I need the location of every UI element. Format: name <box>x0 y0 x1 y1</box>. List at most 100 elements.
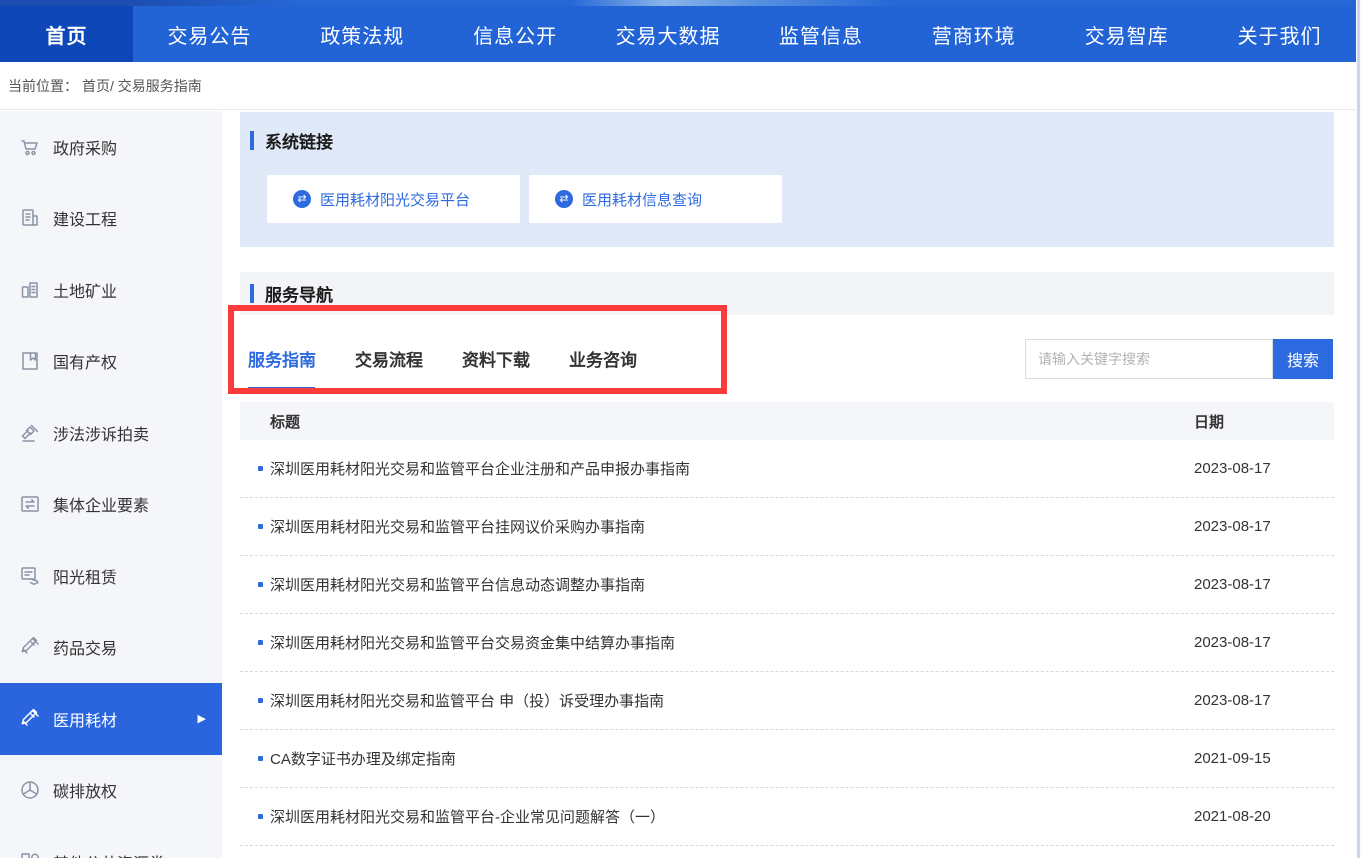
section-bar-icon <box>250 131 254 150</box>
sidebar-item[interactable]: 土地矿业 <box>0 254 222 326</box>
row-date: 2023-08-17 <box>1194 518 1334 535</box>
system-link-card[interactable]: ⇄ 医用耗材信息查询 <box>529 175 782 223</box>
sidebar-item[interactable]: 建设工程 <box>0 183 222 255</box>
service-nav-header: 服务导航 <box>240 272 1334 315</box>
sidebar-item[interactable]: 医用耗材▶ <box>0 683 222 755</box>
nav-item[interactable]: 信息公开 <box>439 6 592 62</box>
sidebar-item[interactable]: 集体企业要素 <box>0 469 222 541</box>
table-row[interactable]: 深圳医用耗材阳光交易和监管平台交易资金集中结算办事指南 2023-08-17 <box>240 614 1334 672</box>
row-title-cell: 深圳医用耗材阳光交易和监管平台 申（投）诉受理办事指南 <box>240 690 1194 711</box>
tab[interactable]: 业务咨询 <box>569 315 637 402</box>
syringe-icon <box>18 707 42 731</box>
system-link-label: 医用耗材阳光交易平台 <box>320 189 470 210</box>
column-header-date: 日期 <box>1194 411 1334 432</box>
row-title-link[interactable]: 深圳医用耗材阳光交易和监管平台-企业常见问题解答（一） <box>270 806 665 827</box>
row-title-cell: 深圳医用耗材阳光交易和监管平台信息动态调整办事指南 <box>240 574 1194 595</box>
row-title-link[interactable]: CA数字证书办理及绑定指南 <box>270 748 456 769</box>
nav-item[interactable]: 首页 <box>0 6 133 62</box>
tab[interactable]: 交易流程 <box>355 315 423 402</box>
sidebar-item-label: 土地矿业 <box>53 278 117 302</box>
nav-item[interactable]: 关于我们 <box>1203 6 1356 62</box>
breadcrumb-label: 当前位置： <box>8 76 78 96</box>
row-title-cell: 深圳医用耗材阳光交易和监管平台挂网议价采购办事指南 <box>240 516 1194 537</box>
row-title-cell: 深圳医用耗材阳光交易和监管平台企业注册和产品申报办事指南 <box>240 458 1194 479</box>
service-nav-title: 服务导航 <box>265 281 333 306</box>
row-date: 2021-08-20 <box>1194 808 1334 825</box>
bullet-icon <box>258 524 263 529</box>
sidebar-item-label: 医用耗材 <box>53 707 117 731</box>
transfer-doc-icon <box>18 492 42 516</box>
bullet-icon <box>258 698 263 703</box>
row-title-link[interactable]: 深圳医用耗材阳光交易和监管平台交易资金集中结算办事指南 <box>270 632 675 653</box>
row-title-link[interactable]: 深圳医用耗材阳光交易和监管平台 申（投）诉受理办事指南 <box>270 690 664 711</box>
table-row[interactable]: 深圳医用耗材阳光交易和监管平台挂网议价采购办事指南 2023-08-17 <box>240 498 1334 556</box>
bullet-icon <box>258 466 263 471</box>
table-row[interactable]: 深圳医用耗材阳光交易和监管平台 申（投）诉受理办事指南 2023-08-17 <box>240 672 1334 730</box>
search-input[interactable] <box>1025 339 1273 379</box>
sidebar-item-label: 碳排放权 <box>53 778 117 802</box>
table-row[interactable]: 深圳医用耗材阳光交易和监管平台企业注册和产品申报办事指南 2023-08-17 <box>240 440 1334 498</box>
nav-item[interactable]: 交易大数据 <box>592 6 745 62</box>
search-box: 搜索 <box>1025 339 1333 379</box>
system-links-header: 系统链接 <box>250 128 1334 153</box>
monitor-hand-icon <box>18 564 42 588</box>
row-date: 2021-09-15 <box>1194 750 1334 767</box>
row-title-cell: 深圳医用耗材阳光交易和监管平台-企业常见问题解答（一） <box>240 806 1194 827</box>
breadcrumb-path[interactable]: 首页/ 交易服务指南 <box>82 76 202 96</box>
row-date: 2023-08-17 <box>1194 460 1334 477</box>
row-title-cell: 深圳医用耗材阳光交易和监管平台交易资金集中结算办事指南 <box>240 632 1194 653</box>
bookmark-icon <box>18 349 42 373</box>
bullet-icon <box>258 756 263 761</box>
sidebar-item[interactable]: 药品交易 <box>0 612 222 684</box>
sidebar-item-label: 政府采购 <box>53 135 117 159</box>
table-row[interactable]: CA数字证书办理及绑定指南 2021-09-15 <box>240 730 1334 788</box>
tab[interactable]: 服务指南 <box>248 315 316 402</box>
row-title-link[interactable]: 深圳医用耗材阳光交易和监管平台企业注册和产品申报办事指南 <box>270 458 690 479</box>
sidebar-item[interactable]: 阳光租赁 <box>0 540 222 612</box>
scrollbar-thumb[interactable] <box>1357 0 1360 858</box>
sidebar-item[interactable]: 其他公共资源类 <box>0 826 222 858</box>
row-title-link[interactable]: 深圳医用耗材阳光交易和监管平台挂网议价采购办事指南 <box>270 516 645 537</box>
sidebar-item-label: 阳光租赁 <box>53 564 117 588</box>
row-date: 2023-08-17 <box>1194 576 1334 593</box>
breadcrumb: 当前位置： 首页/ 交易服务指南 <box>0 62 1356 110</box>
bullet-icon <box>258 814 263 819</box>
sidebar-item[interactable]: 国有产权 <box>0 326 222 398</box>
system-link-card[interactable]: ⇄ 医用耗材阳光交易平台 <box>267 175 520 223</box>
system-link-cards: ⇄ 医用耗材阳光交易平台 ⇄ 医用耗材信息查询 <box>267 175 1334 223</box>
nav-item[interactable]: 营商环境 <box>897 6 1050 62</box>
carbon-icon <box>18 778 42 802</box>
nav-item[interactable]: 交易公告 <box>133 6 286 62</box>
sidebar-item-label: 涉法涉诉拍卖 <box>53 421 149 445</box>
row-date: 2023-08-17 <box>1194 634 1334 651</box>
nav-item[interactable]: 政策法规 <box>286 6 439 62</box>
column-header-title: 标题 <box>240 411 1194 432</box>
section-bar-icon <box>250 284 254 303</box>
system-links-section: 系统链接 ⇄ 医用耗材阳光交易平台 ⇄ 医用耗材信息查询 <box>240 112 1334 247</box>
nav-item[interactable]: 监管信息 <box>745 6 898 62</box>
sidebar-item-label: 药品交易 <box>53 635 117 659</box>
sidebar-item-label: 集体企业要素 <box>53 492 149 516</box>
table-body: 深圳医用耗材阳光交易和监管平台企业注册和产品申报办事指南2023-08-17深圳… <box>240 440 1334 846</box>
table-row[interactable]: 深圳医用耗材阳光交易和监管平台-企业常见问题解答（一） 2021-08-20 <box>240 788 1334 846</box>
sidebar-item[interactable]: 政府采购 <box>0 111 222 183</box>
row-date: 2023-08-17 <box>1194 692 1334 709</box>
top-nav: 首页交易公告政策法规信息公开交易大数据监管信息营商环境交易智库关于我们 <box>0 6 1356 62</box>
gavel-icon <box>18 421 42 445</box>
sidebar-item-label: 其他公共资源类 <box>53 850 165 858</box>
scrollbar[interactable] <box>1356 0 1362 858</box>
system-link-label: 医用耗材信息查询 <box>582 189 702 210</box>
syringe-icon <box>18 635 42 659</box>
table-row[interactable]: 深圳医用耗材阳光交易和监管平台信息动态调整办事指南 2023-08-17 <box>240 556 1334 614</box>
sync-icon: ⇄ <box>555 190 573 208</box>
cart-icon <box>18 135 42 159</box>
sidebar-item[interactable]: 涉法涉诉拍卖 <box>0 397 222 469</box>
row-title-link[interactable]: 深圳医用耗材阳光交易和监管平台信息动态调整办事指南 <box>270 574 645 595</box>
grid-icon <box>18 850 42 858</box>
sync-icon: ⇄ <box>293 190 311 208</box>
row-title-cell: CA数字证书办理及绑定指南 <box>240 748 1194 769</box>
tab[interactable]: 资料下载 <box>462 315 530 402</box>
nav-item[interactable]: 交易智库 <box>1050 6 1203 62</box>
sidebar-item[interactable]: 碳排放权 <box>0 755 222 827</box>
search-button[interactable]: 搜索 <box>1273 339 1333 379</box>
